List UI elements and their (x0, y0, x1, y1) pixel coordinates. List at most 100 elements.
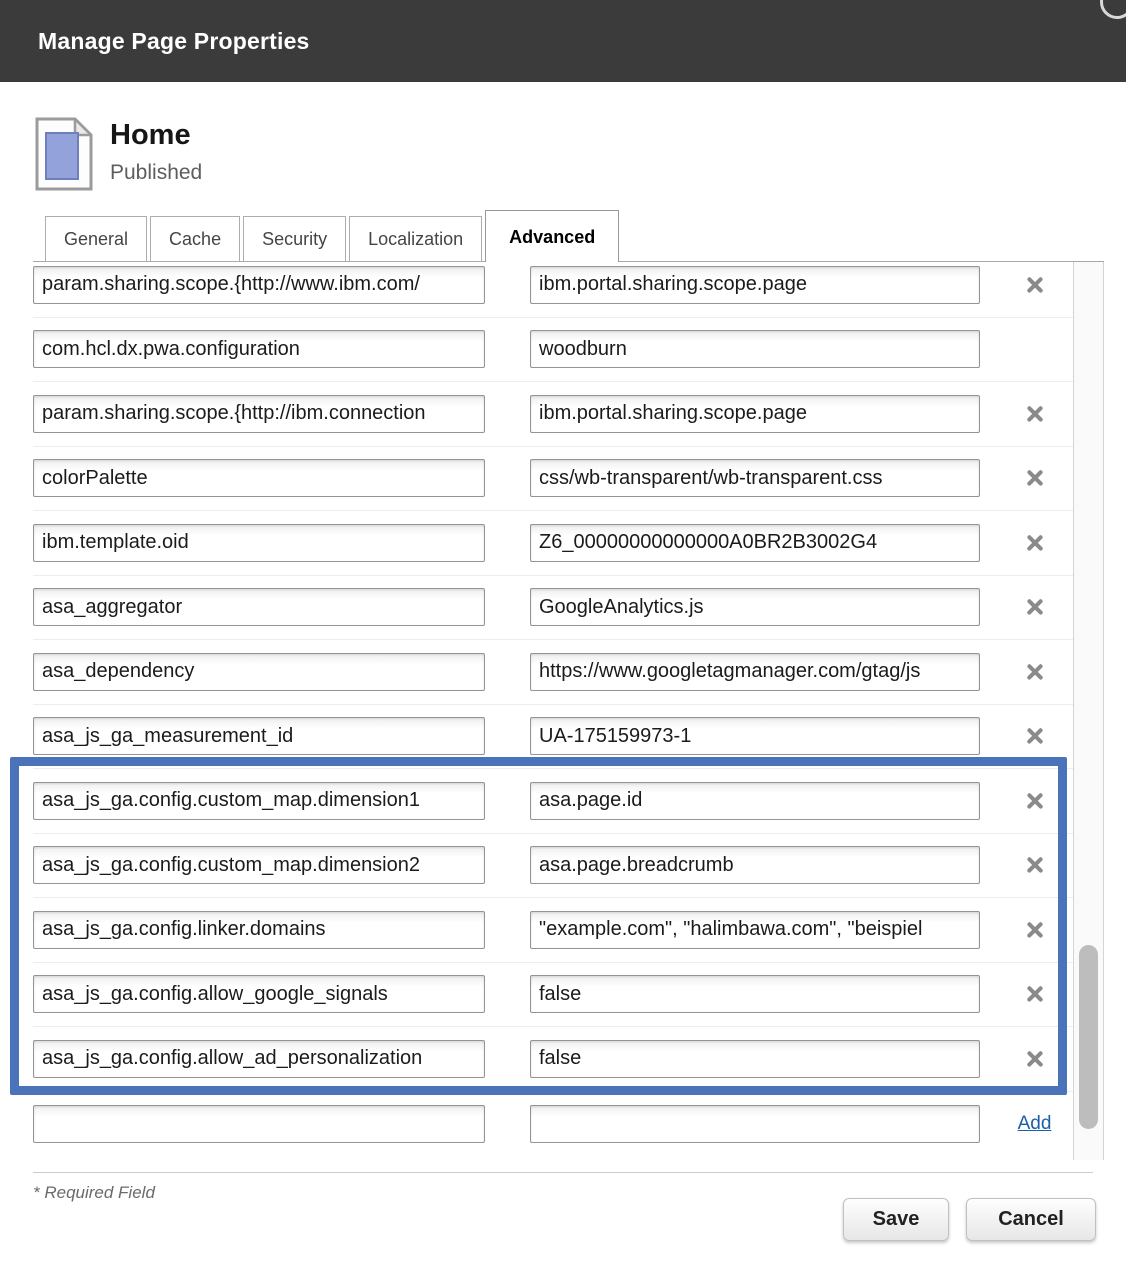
property-row: Add (33, 1092, 1073, 1157)
tab-label: Advanced (509, 227, 595, 247)
property-value-input[interactable] (530, 459, 980, 497)
property-row (33, 262, 1073, 318)
property-key-input[interactable] (33, 911, 485, 949)
property-key-input[interactable] (33, 1040, 485, 1078)
page-heading: Home Published (33, 116, 202, 192)
delete-row-button[interactable] (1020, 399, 1050, 429)
properties-list: Add (33, 262, 1073, 1156)
property-value-input[interactable] (530, 524, 980, 562)
dialog-titlebar: Manage Page Properties (0, 0, 1126, 82)
properties-scroll-area: Add (33, 262, 1073, 1160)
delete-x-icon (1026, 1050, 1044, 1068)
property-value-input[interactable] (530, 653, 980, 691)
row-action-cell (980, 270, 1073, 300)
delete-row-button[interactable] (1020, 463, 1050, 493)
manage-page-properties-dialog: Manage Page Properties Home Published Ge… (0, 0, 1126, 1288)
row-action-cell (980, 721, 1073, 751)
property-row (33, 705, 1073, 770)
corner-circle-icon[interactable] (1100, 0, 1126, 19)
row-action-cell (980, 850, 1073, 880)
tab-label: Localization (368, 229, 463, 249)
tab-general[interactable]: General (45, 216, 147, 262)
property-value-input[interactable] (530, 782, 980, 820)
delete-x-icon (1026, 276, 1044, 294)
property-key-input[interactable] (33, 266, 485, 304)
delete-x-icon (1026, 792, 1044, 810)
save-button[interactable]: Save (843, 1198, 949, 1241)
property-key-input[interactable] (33, 653, 485, 691)
delete-row-button[interactable] (1020, 528, 1050, 558)
dialog-actions: Save Cancel (843, 1198, 1096, 1241)
property-value-input[interactable] (530, 911, 980, 949)
property-key-input[interactable] (33, 846, 485, 884)
tab-advanced[interactable]: Advanced (485, 210, 619, 262)
property-key-input[interactable] (33, 782, 485, 820)
page-status: Published (110, 161, 202, 185)
tab-label: Security (262, 229, 327, 249)
row-action-cell (980, 463, 1073, 493)
cancel-button[interactable]: Cancel (966, 1198, 1096, 1241)
property-key-input[interactable] (33, 524, 485, 562)
required-field-note: * Required Field (33, 1183, 155, 1203)
tab-security[interactable]: Security (243, 216, 346, 262)
delete-x-icon (1026, 663, 1044, 681)
scrollbar-thumb[interactable] (1079, 945, 1098, 1129)
property-key-input[interactable] (33, 588, 485, 626)
row-action-cell (980, 592, 1073, 622)
property-value-input[interactable] (530, 1105, 980, 1143)
property-row (33, 898, 1073, 963)
dialog-title: Manage Page Properties (38, 26, 310, 56)
delete-row-button[interactable] (1020, 850, 1050, 880)
property-value-input[interactable] (530, 330, 980, 368)
delete-x-icon (1026, 598, 1044, 616)
row-action-cell (980, 915, 1073, 945)
row-action-cell (980, 657, 1073, 687)
tab-cache[interactable]: Cache (150, 216, 240, 262)
property-row (33, 318, 1073, 383)
property-key-input[interactable] (33, 395, 485, 433)
property-key-input[interactable] (33, 330, 485, 368)
delete-row-button[interactable] (1020, 592, 1050, 622)
property-key-input[interactable] (33, 1105, 485, 1143)
property-value-input[interactable] (530, 266, 980, 304)
row-action-cell (980, 979, 1073, 1009)
property-row (33, 511, 1073, 576)
row-action-cell (980, 528, 1073, 558)
page-title: Home (110, 118, 202, 152)
delete-row-button[interactable] (1020, 979, 1050, 1009)
property-row (33, 1027, 1073, 1092)
delete-row-button[interactable] (1020, 915, 1050, 945)
scrollbar-track[interactable] (1073, 262, 1104, 1160)
delete-x-icon (1026, 469, 1044, 487)
property-key-input[interactable] (33, 975, 485, 1013)
delete-row-button[interactable] (1020, 657, 1050, 687)
property-key-input[interactable] (33, 459, 485, 497)
delete-row-button[interactable] (1020, 1044, 1050, 1074)
property-row (33, 963, 1073, 1028)
delete-x-icon (1026, 405, 1044, 423)
add-row-link[interactable]: Add (1018, 1113, 1052, 1135)
property-value-input[interactable] (530, 588, 980, 626)
property-value-input[interactable] (530, 1040, 980, 1078)
property-value-input[interactable] (530, 395, 980, 433)
property-value-input[interactable] (530, 846, 980, 884)
property-key-input[interactable] (33, 717, 485, 755)
delete-row-button[interactable] (1020, 721, 1050, 751)
delete-x-icon (1026, 921, 1044, 939)
tab-localization[interactable]: Localization (349, 216, 482, 262)
property-value-input[interactable] (530, 717, 980, 755)
delete-x-icon (1026, 727, 1044, 745)
footer-divider (33, 1172, 1093, 1173)
row-action-cell (980, 399, 1073, 429)
property-value-input[interactable] (530, 975, 980, 1013)
row-action-cell: Add (980, 1113, 1073, 1135)
row-action-cell (980, 1044, 1073, 1074)
delete-row-button[interactable] (1020, 786, 1050, 816)
document-page-icon (33, 116, 95, 192)
property-row (33, 447, 1073, 512)
delete-x-icon (1026, 985, 1044, 1003)
row-action-cell (980, 334, 1073, 364)
delete-row-button[interactable] (1020, 270, 1050, 300)
delete-x-icon (1026, 534, 1044, 552)
row-action-cell (980, 786, 1073, 816)
